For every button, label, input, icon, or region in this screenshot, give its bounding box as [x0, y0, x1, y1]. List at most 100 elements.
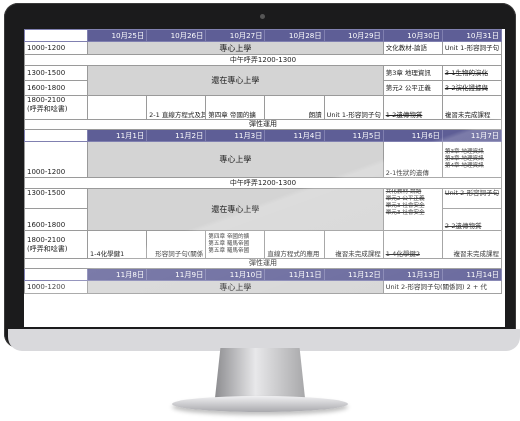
date-cell[interactable]: 11月10日 [205, 268, 266, 281]
date-cell[interactable]: 11月14日 [441, 268, 503, 281]
time-label[interactable]: 1000-1200 [24, 41, 88, 55]
schedule-line: 第五章 羅馬帝國 [208, 248, 250, 254]
corner-cell [24, 268, 88, 281]
corner-cell [24, 29, 88, 42]
schedule-cell[interactable]: Unit 1-形容詞子句 [323, 95, 384, 120]
date-cell[interactable]: 11月6日 [382, 129, 443, 142]
time-range: 1800-2100 [27, 235, 66, 244]
date-cell[interactable]: 11月5日 [323, 129, 384, 142]
time-note: (呼弄和唸書) [27, 105, 68, 113]
schedule-line: 第3章 地理資訊 [444, 149, 484, 155]
week2-row-1000: 1000-1200 專心上學 2-1性狀的遺傳 第3章 地理資訊 第3章 地理資… [24, 141, 503, 178]
date-cell[interactable]: 11月9日 [146, 268, 207, 281]
still-study-block[interactable]: 還在專心上學 [87, 65, 384, 96]
schedule-cell[interactable]: 第四章 帝國的擴 第五章 羅馬帝國 第五章 羅馬帝國 [205, 230, 266, 259]
date-cell[interactable]: 11月11日 [264, 268, 325, 281]
lunch-cell[interactable]: 中午呼弄1200-1300 [24, 54, 502, 66]
date-cell[interactable]: 11月1日 [86, 129, 148, 142]
schedule-cell[interactable]: 複習未完成課程 [441, 230, 503, 259]
schedule-line: 第四章 帝國的擴 [208, 234, 250, 240]
date-cell[interactable]: 10月28日 [264, 29, 325, 42]
monitor-stand-neck [215, 348, 305, 398]
week1-row-1800: 1800-2100 (呼弄和唸書) 2-1 直線方程式及其圖形 第四章 帝國的擴… [24, 95, 503, 120]
study-block[interactable]: 專心上學 [87, 41, 384, 55]
schedule-cell[interactable]: 第四章 帝國的擴 [205, 95, 266, 120]
schedule-cell[interactable]: 複習未完成課程 [323, 230, 384, 259]
time-range: 1800-2100 [27, 96, 66, 105]
schedule-table: 10月25日 10月26日 10月27日 10月28日 10月29日 10月30… [24, 29, 503, 294]
study-block[interactable]: 專心上學 [87, 280, 384, 294]
schedule-line: 第3章 地理資訊 [444, 156, 484, 162]
date-cell[interactable]: 10月30日 [382, 29, 443, 42]
date-cell[interactable]: 11月4日 [264, 129, 325, 142]
week2-flex-row: 彈性運用 [24, 258, 502, 269]
schedule-cell[interactable]: 複習未完成課程 [441, 95, 503, 120]
flex-cell[interactable]: 彈性運用 [24, 258, 502, 269]
schedule-cell[interactable]: 第元2 公平正義 [382, 80, 443, 96]
schedule-cell[interactable]: 朗讀 [264, 95, 325, 120]
schedule-cell[interactable] [86, 95, 148, 120]
monitor-stand-base [172, 396, 348, 412]
schedule-cell[interactable]: 1-2遺傳物質 [382, 95, 443, 120]
date-cell[interactable]: 10月25日 [86, 29, 148, 42]
spreadsheet-screen: 10月25日 10月26日 10月27日 10月28日 10月29日 10月30… [24, 29, 505, 327]
schedule-line: 單元2 公平正義 [385, 196, 425, 202]
time-label[interactable]: 1300-1500 [24, 65, 88, 81]
still-study-block[interactable]: 還在專心上學 [87, 188, 384, 231]
schedule-cell[interactable]: Unit 1-形容詞子句 [441, 41, 503, 55]
date-cell[interactable]: 10月31日 [441, 29, 503, 42]
date-cell[interactable]: 10月29日 [323, 29, 384, 42]
schedule-cell[interactable]: 2-2遺傳物質 [441, 208, 503, 231]
week2-lunch-row: 中午呼弄1200-1300 [24, 177, 502, 189]
time-label[interactable]: 1000-1200 [24, 280, 88, 294]
date-cell[interactable]: 10月27日 [205, 29, 266, 42]
time-label[interactable]: 1000-1200 [24, 141, 88, 178]
camera-icon [260, 14, 265, 19]
week1-row-1000: 1000-1200 專心上學 文化教材-論語 Unit 1-形容詞子句 [24, 41, 503, 55]
flex-cell[interactable]: 彈性運用 [24, 119, 502, 130]
time-note: (呼弄和唸書) [27, 244, 68, 253]
schedule-cell[interactable]: 文化教材-論語 [382, 41, 443, 55]
lunch-cell[interactable]: 中午呼弄1200-1300 [24, 177, 502, 189]
week2-row-1300: 1300-1500 還在專心上學 文化教材-論語 單元2 公平正義 單元3 社會… [24, 188, 503, 231]
time-label[interactable]: 1600-1800 [24, 80, 88, 96]
schedule-cell[interactable]: 3-1生物的演化 [441, 65, 503, 81]
corner-cell [24, 129, 88, 142]
schedule-cell[interactable]: 形容詞子句(關係 [146, 230, 207, 259]
schedule-cell[interactable]: 1-4化學鍵1 [86, 230, 148, 259]
schedule-cell[interactable]: 文化教材-論語 單元2 公平正義 單元3 社會安全 單元3 社會安全 [382, 188, 443, 231]
schedule-cell[interactable]: 第3章 地理資訊 第3章 地理資訊 第4章 地理資訊 [441, 141, 503, 178]
schedule-cell[interactable]: Unit 2-形容詞子句(關係詞) 2 + 代 [382, 280, 503, 294]
time-label[interactable]: 1800-2100 (呼弄和唸書) [24, 230, 88, 259]
date-cell[interactable]: 10月26日 [146, 29, 207, 42]
schedule-line: 文化教材-論語 [385, 189, 422, 196]
time-label[interactable]: 1600-1800 [24, 208, 88, 231]
schedule-line: 單元3 社會安全 [385, 203, 425, 209]
time-label[interactable]: 1300-1500 [24, 188, 88, 209]
date-cell[interactable]: 11月13日 [382, 268, 443, 281]
week3-header-row: 11月8日 11月9日 11月10日 11月11日 11月12日 11月13日 … [24, 268, 503, 281]
schedule-cell[interactable]: 1-4化學鍵2 [382, 230, 443, 259]
study-block[interactable]: 專心上學 [87, 141, 384, 178]
schedule-line: 單元3 社會安全 [385, 210, 425, 216]
schedule-cell[interactable]: 第3章 地理資訊 [382, 65, 443, 81]
schedule-cell[interactable]: 3-2演化證據與 [441, 80, 503, 96]
week3-row-1000: 1000-1200 專心上學 Unit 2-形容詞子句(關係詞) 2 + 代 [24, 280, 503, 294]
schedule-line: 第4章 地理資訊 [444, 163, 484, 169]
week1-header-row: 10月25日 10月26日 10月27日 10月28日 10月29日 10月30… [24, 29, 503, 42]
schedule-line: 第五章 羅馬帝國 [208, 241, 250, 247]
date-cell[interactable]: 11月3日 [205, 129, 266, 142]
date-cell[interactable]: 11月12日 [323, 268, 384, 281]
week2-row-1800: 1800-2100 (呼弄和唸書) 1-4化學鍵1 形容詞子句(關係 第四章 帝… [24, 230, 503, 259]
schedule-cell[interactable]: 直線方程式的應用 [264, 230, 325, 259]
week2-header-row: 11月1日 11月2日 11月3日 11月4日 11月5日 11月6日 11月7… [24, 129, 503, 142]
schedule-cell[interactable]: 2-1性狀的遺傳 [382, 141, 443, 178]
schedule-cell[interactable]: 2-1 直線方程式及其圖形 [146, 95, 207, 120]
week1-lunch-row: 中午呼弄1200-1300 [24, 54, 502, 66]
monitor-frame: 10月25日 10月26日 10月27日 10月28日 10月29日 10月30… [4, 3, 520, 351]
time-label[interactable]: 1800-2100 (呼弄和唸書) [24, 95, 88, 120]
date-cell[interactable]: 11月2日 [146, 129, 207, 142]
date-cell[interactable]: 11月7日 [441, 129, 503, 142]
schedule-cell[interactable]: Unit 2-形容詞子句 [441, 188, 503, 209]
date-cell[interactable]: 11月8日 [86, 268, 148, 281]
